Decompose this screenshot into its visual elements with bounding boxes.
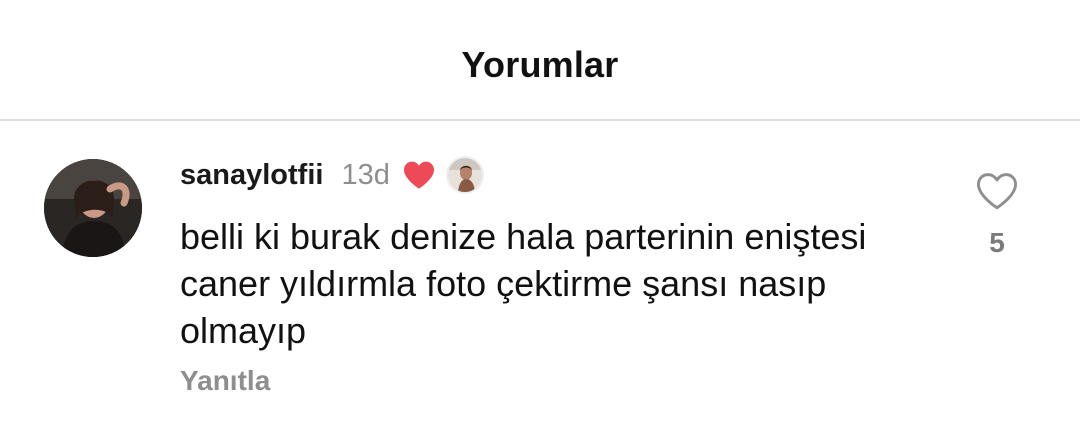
heart-outline-icon[interactable] <box>975 171 1019 211</box>
avatar[interactable] <box>44 159 142 257</box>
like-count: 5 <box>989 227 1005 258</box>
like-control: 5 <box>968 171 1026 259</box>
comments-header: Yorumlar <box>0 0 1080 121</box>
heart-filled-icon <box>402 160 436 190</box>
comment-item: sanaylotfii 13d belli ki burak denize ha… <box>0 121 1080 421</box>
comment-text: belli ki burak denize hala parterinin en… <box>180 216 867 351</box>
post-author-avatar <box>445 156 484 194</box>
avatar-image <box>44 159 142 257</box>
timestamp: 13d <box>341 158 390 191</box>
username[interactable]: sanaylotfii <box>180 159 323 192</box>
page-title: Yorumlar <box>461 44 619 85</box>
comment-meta: sanaylotfii 13d <box>180 155 484 195</box>
reply-button[interactable]: Yanıtla <box>180 365 270 397</box>
